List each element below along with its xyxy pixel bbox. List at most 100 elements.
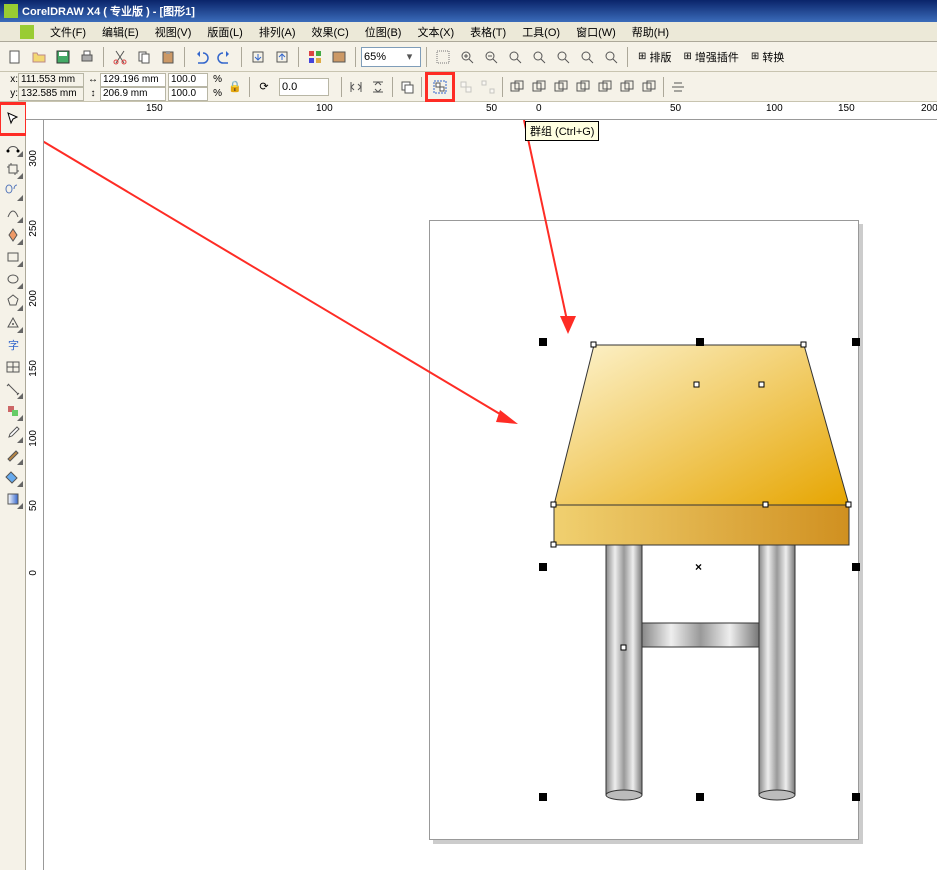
zoom-combo[interactable]: ▾ — [361, 47, 421, 67]
menu-arrange[interactable]: 排列(A) — [251, 22, 304, 42]
lock-icon: 🔒 — [228, 80, 242, 93]
sx-value[interactable]: 100.0 — [168, 73, 208, 87]
shape-tool[interactable] — [2, 136, 24, 158]
export-button[interactable] — [271, 46, 293, 68]
group-highlight — [425, 72, 455, 102]
center-marker[interactable]: × — [695, 560, 702, 574]
welcome-button[interactable] — [328, 46, 350, 68]
handle-bl[interactable] — [539, 793, 547, 801]
mirror-h-button[interactable] — [345, 76, 367, 98]
crop-tool[interactable] — [2, 158, 24, 180]
h-value[interactable]: 206.9 mm — [100, 87, 166, 101]
combine4-button[interactable] — [572, 76, 594, 98]
print-button[interactable] — [76, 46, 98, 68]
menu-text[interactable]: 文本(X) — [409, 22, 462, 42]
menu-window[interactable]: 窗口(W) — [568, 22, 624, 42]
zoom-100-button[interactable] — [504, 46, 526, 68]
group-button[interactable] — [429, 76, 451, 98]
zoom-in-button[interactable] — [456, 46, 478, 68]
combine7-button[interactable] — [638, 76, 660, 98]
menu-tools[interactable]: 工具(O) — [514, 22, 568, 42]
to-front-button[interactable] — [396, 76, 418, 98]
combine6-button[interactable] — [616, 76, 638, 98]
menu-effects[interactable]: 效果(C) — [304, 22, 357, 42]
ruler-vertical[interactable]: 300250200150100500 — [26, 120, 44, 870]
title-bar: CorelDRAW X4 ( 专业版 ) - [图形1] — [0, 0, 937, 22]
import-button[interactable] — [247, 46, 269, 68]
handle-tl[interactable] — [539, 338, 547, 346]
dimension-tool[interactable] — [2, 378, 24, 400]
table-tool[interactable] — [2, 356, 24, 378]
combine5-button[interactable] — [594, 76, 616, 98]
menu-table[interactable]: 表格(T) — [462, 22, 514, 42]
fill-tool[interactable] — [2, 466, 24, 488]
freehand-tool[interactable] — [2, 202, 24, 224]
canvas[interactable]: × — [44, 120, 937, 870]
ungroup-button[interactable] — [455, 76, 477, 98]
zoom-out-button[interactable] — [480, 46, 502, 68]
mirror-v-button[interactable] — [367, 76, 389, 98]
scale-block: 100.0% 100.0% — [168, 73, 222, 101]
zoom-page-button[interactable] — [552, 46, 574, 68]
eyedropper-tool[interactable] — [2, 422, 24, 444]
zoom-width-button[interactable] — [576, 46, 598, 68]
x-value[interactable]: 111.553 mm — [18, 73, 84, 87]
menu-edit[interactable]: 编辑(E) — [94, 22, 147, 42]
snap-button[interactable] — [432, 46, 454, 68]
cut-button[interactable] — [109, 46, 131, 68]
y-value[interactable]: 132.585 mm — [18, 87, 84, 101]
text-tool[interactable]: 字 — [2, 334, 24, 356]
menu-bitmap[interactable]: 位图(B) — [357, 22, 410, 42]
handle-ml[interactable] — [539, 563, 547, 571]
combine3-button[interactable] — [550, 76, 572, 98]
w-value[interactable]: 129.196 mm — [100, 73, 166, 87]
group-tooltip: 群组 (Ctrl+G) — [525, 121, 599, 141]
plugin-btn[interactable]: ⊞ 增强插件 — [678, 46, 743, 68]
convert-btn[interactable]: ⊞ 转换 — [746, 46, 789, 68]
undo-button[interactable] — [190, 46, 212, 68]
rotation-icon: ⟳ — [253, 76, 275, 98]
separator — [298, 47, 299, 67]
rectangle-tool[interactable] — [2, 246, 24, 268]
align-button[interactable] — [667, 76, 689, 98]
combine1-button[interactable] — [506, 76, 528, 98]
menu-view[interactable]: 视图(V) — [147, 22, 200, 42]
interactive-fill-tool[interactable] — [2, 488, 24, 510]
zoom-tool[interactable] — [2, 180, 24, 202]
doc-icon — [20, 25, 34, 39]
pick-tool[interactable] — [0, 102, 28, 136]
open-button[interactable] — [28, 46, 50, 68]
app-launcher-button[interactable] — [304, 46, 326, 68]
handle-tr[interactable] — [852, 338, 860, 346]
menu-help[interactable]: 帮助(H) — [624, 22, 677, 42]
interactive-tool[interactable] — [2, 400, 24, 422]
zoom-fit-button[interactable] — [528, 46, 550, 68]
rotation-input-box[interactable] — [279, 78, 329, 96]
copy-button[interactable] — [133, 46, 155, 68]
sy-value[interactable]: 100.0 — [168, 87, 208, 101]
handle-tm[interactable] — [696, 338, 704, 346]
handle-br[interactable] — [852, 793, 860, 801]
handle-mr[interactable] — [852, 563, 860, 571]
ungroup-all-button[interactable] — [477, 76, 499, 98]
new-button[interactable] — [4, 46, 26, 68]
redo-button[interactable] — [214, 46, 236, 68]
rotation-input[interactable] — [282, 81, 316, 93]
lock-ratio-button[interactable]: 🔒 — [224, 76, 246, 98]
menu-file[interactable]: 文件(F) — [42, 22, 94, 42]
menu-layout[interactable]: 版面(L) — [199, 22, 250, 42]
outline-tool[interactable] — [2, 444, 24, 466]
basic-shapes-tool[interactable] — [2, 312, 24, 334]
zoom-dropdown-icon[interactable]: ▾ — [402, 50, 417, 63]
zoom-input[interactable] — [364, 51, 402, 63]
handle-bm[interactable] — [696, 793, 704, 801]
save-button[interactable] — [52, 46, 74, 68]
ellipse-tool[interactable] — [2, 268, 24, 290]
smart-fill-tool[interactable] — [2, 224, 24, 246]
layout-btn[interactable]: ⊞ 排版 — [633, 46, 676, 68]
zoom-sel-button[interactable] — [600, 46, 622, 68]
combine2-button[interactable] — [528, 76, 550, 98]
polygon-tool[interactable] — [2, 290, 24, 312]
paste-button[interactable] — [157, 46, 179, 68]
ruler-horizontal[interactable]: 15010050050100150200 — [26, 102, 937, 120]
